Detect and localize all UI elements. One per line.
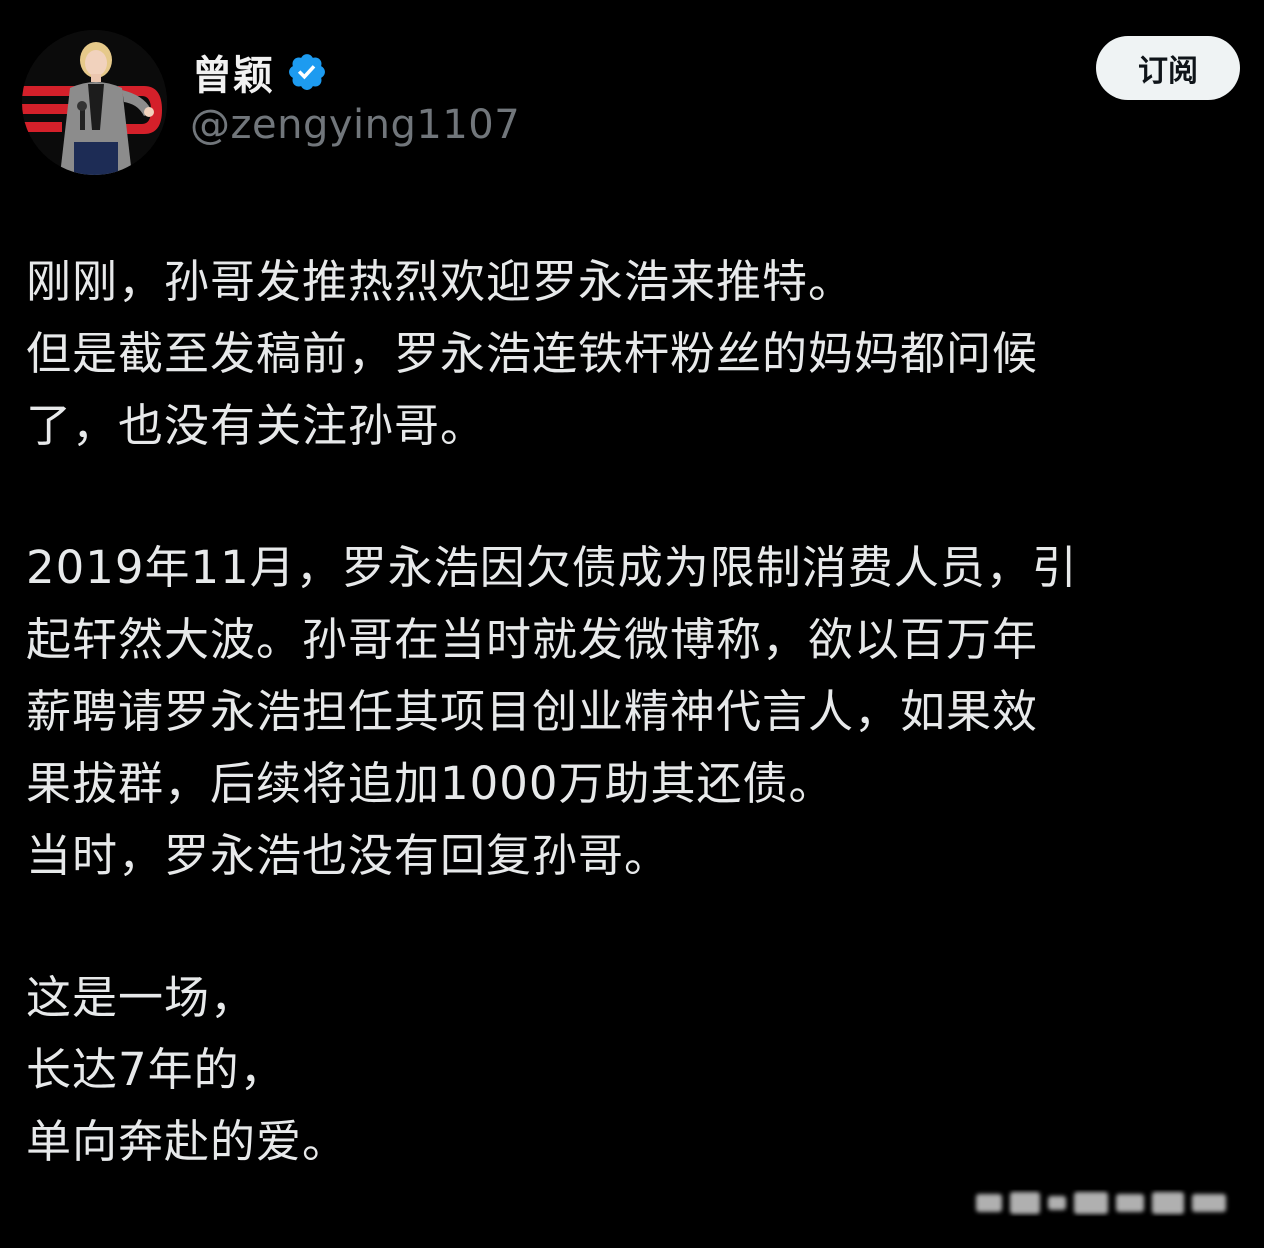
user-handle[interactable]: @zengying1107 xyxy=(190,102,520,148)
text-line: 刚刚，孙哥发推热烈欢迎罗永浩来推特。 xyxy=(26,255,855,308)
verified-badge-icon xyxy=(286,51,328,93)
text-line: 但是截至发稿前，罗永浩连铁杆粉丝的妈妈都问候 xyxy=(26,327,1039,380)
text-line: 薪聘请罗永浩担任其项目创业精神代言人，如果效 xyxy=(26,685,1039,738)
text-line: 起轩然大波。孙哥在当时就发微博称，欲以百万年 xyxy=(26,613,1039,666)
watermark-icon xyxy=(976,1192,1226,1214)
name-row: 曾颖 xyxy=(192,44,328,100)
subscribe-button[interactable]: 订阅 xyxy=(1096,36,1240,100)
paragraph-3: 这是一场， 长达7年的， 单向奔赴的爱。 xyxy=(26,962,1226,1178)
text-line: 2019年11月，罗永浩因欠债成为限制消费人员，引 xyxy=(26,541,1078,594)
post-page: 曾颖 @zengying1107 订阅 刚刚，孙哥发推热烈欢迎罗永浩来推特。 但… xyxy=(0,0,1264,1248)
paragraph-2: 2019年11月，罗永浩因欠债成为限制消费人员，引 起轩然大波。孙哥在当时就发微… xyxy=(26,532,1226,892)
text-line: 这是一场， xyxy=(26,971,257,1024)
avatar[interactable] xyxy=(22,30,167,175)
text-line: 长达7年的， xyxy=(26,1043,286,1096)
paragraph-1: 刚刚，孙哥发推热烈欢迎罗永浩来推特。 但是截至发稿前，罗永浩连铁杆粉丝的妈妈都问… xyxy=(26,246,1226,462)
text-line: 单向奔赴的爱。 xyxy=(26,1115,349,1168)
text-line: 了，也没有关注孙哥。 xyxy=(26,399,487,452)
profile-photo-icon xyxy=(22,30,167,175)
display-name[interactable]: 曾颖 xyxy=(192,43,274,101)
post-header: 曾颖 @zengying1107 订阅 xyxy=(22,30,1242,180)
text-line: 果拔群，后续将追加1000万助其还债。 xyxy=(26,757,835,810)
blurred-watermark xyxy=(966,1180,1246,1224)
post-text: 刚刚，孙哥发推热烈欢迎罗永浩来推特。 但是截至发稿前，罗永浩连铁杆粉丝的妈妈都问… xyxy=(26,246,1226,1178)
text-line: 当时，罗永浩也没有回复孙哥。 xyxy=(26,829,671,882)
